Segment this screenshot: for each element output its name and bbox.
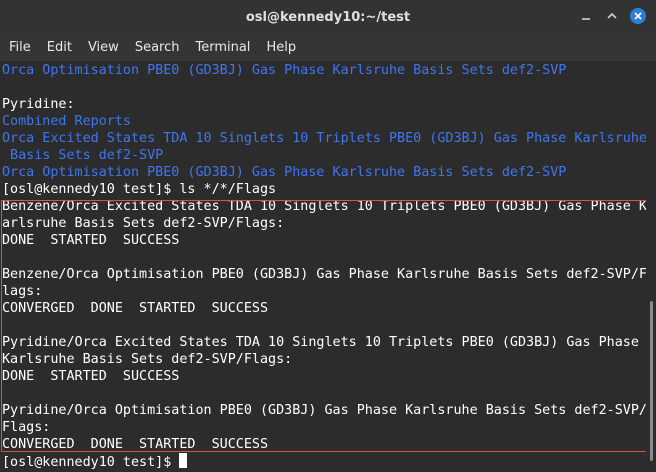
window-title: osl@kennedy10:~/test <box>245 9 411 25</box>
terminal-line: Pyridine/Orca Excited States TDA 10 Sing… <box>2 335 639 350</box>
menu-file[interactable]: File <box>0 40 31 55</box>
close-icon <box>630 8 646 24</box>
prompt-line: [osl@kennedy10 test]$ <box>2 453 188 470</box>
maximize-button[interactable] <box>604 8 620 24</box>
terminal-line: Orca Excited States TDA 10 Singlets 10 T… <box>2 131 646 146</box>
terminal-line: Benzene/Orca Excited States TDA 10 Singl… <box>2 199 646 214</box>
terminal-line: Orca Optimisation PBE0 (GD3BJ) Gas Phase… <box>2 165 567 180</box>
terminal-line: Orca Optimisation PBE0 (GD3BJ) Gas Phase… <box>2 63 567 78</box>
menu-help[interactable]: Help <box>257 40 296 55</box>
terminal-line: Benzene/Orca Optimisation PBE0 (GD3BJ) G… <box>2 267 646 282</box>
terminal-line: Combined Reports <box>2 114 131 129</box>
menu-edit[interactable]: Edit <box>38 40 72 55</box>
terminal-line: DONE STARTED SUCCESS <box>2 233 180 248</box>
minimize-icon <box>582 18 590 20</box>
close-button[interactable] <box>630 8 646 24</box>
terminal-line: Karlsruhe Basis Sets def2-SVP/Flags: <box>2 352 293 367</box>
cursor <box>179 453 188 468</box>
terminal-line: [osl@kennedy10 test]$ ls */*/Flags <box>2 182 277 197</box>
scrollbar[interactable] <box>646 61 656 472</box>
terminal-line: lags: <box>2 284 43 299</box>
terminal-line: DONE STARTED SUCCESS <box>2 369 180 384</box>
terminal-line: Pyridine: <box>2 97 75 112</box>
scroll-thumb[interactable] <box>650 301 653 461</box>
terminal-window: osl@kennedy10:~/test File Edit View Sear… <box>0 0 656 472</box>
terminal-output[interactable]: Orca Optimisation PBE0 (GD3BJ) Gas Phase… <box>0 61 646 472</box>
minimize-button[interactable] <box>578 8 594 24</box>
terminal-line: Flags: <box>2 420 51 435</box>
maximize-icon <box>607 12 617 19</box>
window-controls <box>578 8 646 24</box>
terminal-line: Pyridine/Orca Optimisation PBE0 (GD3BJ) … <box>2 403 646 418</box>
menu-terminal[interactable]: Terminal <box>186 40 250 55</box>
terminal-line: CONVERGED DONE STARTED SUCCESS <box>2 437 269 452</box>
title-bar[interactable]: osl@kennedy10:~/test <box>0 0 656 34</box>
menu-bar: File Edit View Search Terminal Help <box>0 34 656 61</box>
terminal-line: Basis Sets def2-SVP <box>2 148 164 163</box>
menu-view[interactable]: View <box>79 40 119 55</box>
menu-search[interactable]: Search <box>126 40 180 55</box>
terminal-line: CONVERGED DONE STARTED SUCCESS <box>2 301 269 316</box>
terminal-line: arlsruhe Basis Sets def2-SVP/Flags: <box>2 216 285 231</box>
